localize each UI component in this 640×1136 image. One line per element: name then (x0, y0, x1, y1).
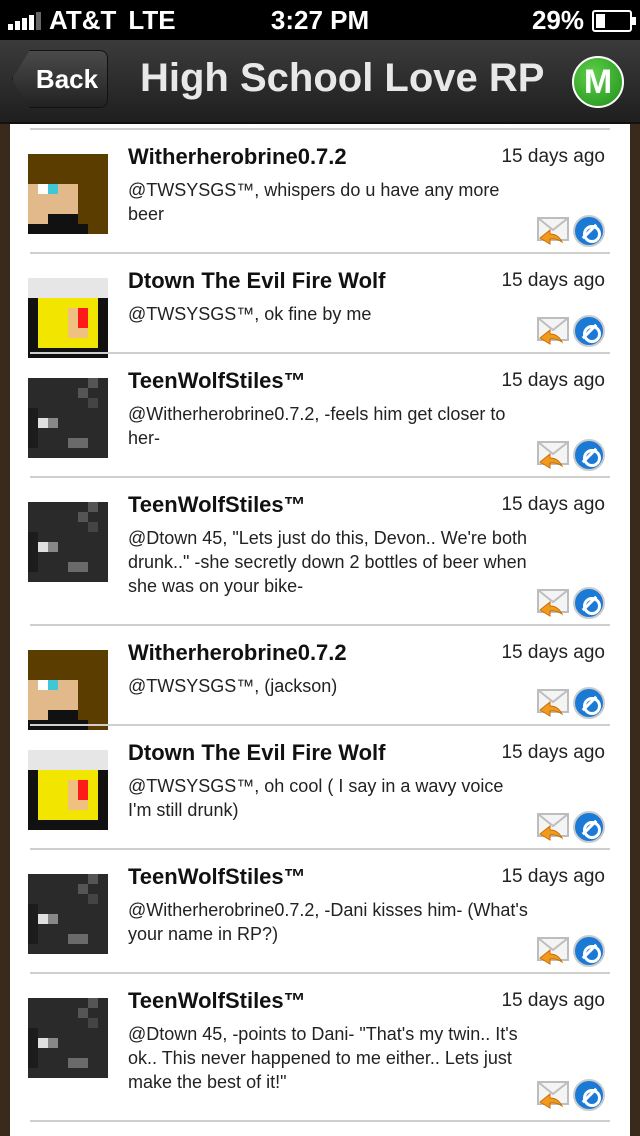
battery-icon (592, 9, 636, 32)
avatar[interactable] (28, 502, 108, 582)
post-timestamp: 15 days ago (501, 866, 605, 887)
avatar[interactable] (28, 750, 108, 830)
post-message: @TWSYSGS™, (jackson) (128, 676, 338, 696)
post-item[interactable]: Dtown The Evil Fire Wolf 15 days ago @TW… (10, 726, 630, 850)
post-item[interactable]: TeenWolfStiles™ 15 days ago @Witherherob… (10, 354, 630, 478)
post-message: @TWSYSGS™, oh cool ( I say in a wavy voi… (128, 776, 504, 820)
post-message: @TWSYSGS™, whispers do u have any more b… (128, 180, 500, 224)
post-timestamp: 15 days ago (501, 494, 605, 515)
post-timestamp: 15 days ago (501, 990, 605, 1011)
avatar[interactable] (28, 998, 108, 1078)
reply-icon[interactable] (536, 588, 570, 618)
app-logo-icon[interactable]: M (572, 56, 624, 108)
post-feed[interactable]: Witherherobrine0.7.2 15 days ago @TWSYSG… (10, 124, 630, 1136)
post-author[interactable]: TeenWolfStiles™ (128, 368, 306, 394)
block-icon[interactable] (573, 687, 605, 719)
post-message: @Witherherobrine0.7.2, -feels him get cl… (128, 404, 506, 448)
reply-icon[interactable] (536, 1080, 570, 1110)
post-timestamp: 15 days ago (501, 642, 605, 663)
post-author[interactable]: Dtown The Evil Fire Wolf (128, 740, 386, 766)
post-message: @Dtown 45, "Lets just do this, Devon.. W… (128, 528, 527, 596)
post-author[interactable]: Dtown The Evil Fire Wolf (128, 268, 386, 294)
post-item[interactable]: TeenWolfStiles™ 15 days ago @Dtown 45, -… (10, 974, 630, 1122)
post-author[interactable]: TeenWolfStiles™ (128, 492, 306, 518)
battery-info: 29% (531, 5, 636, 36)
back-button[interactable]: Back (12, 50, 108, 108)
post-author[interactable]: Witherherobrine0.7.2 (128, 640, 347, 666)
post-timestamp: 15 days ago (501, 146, 605, 167)
reply-icon[interactable] (536, 688, 570, 718)
reply-icon[interactable] (536, 812, 570, 842)
post-item[interactable]: TeenWolfStiles™ 15 days ago @Dtown 45, "… (10, 478, 630, 626)
post-author[interactable]: TeenWolfStiles™ (128, 988, 306, 1014)
post-message: @Witherherobrine0.7.2, -Dani kisses him-… (128, 900, 528, 944)
page-title: High School Love RP (140, 56, 545, 100)
divider (30, 1120, 610, 1122)
post-author[interactable]: TeenWolfStiles™ (128, 864, 306, 890)
block-icon[interactable] (573, 215, 605, 247)
post-author[interactable]: Witherherobrine0.7.2 (128, 144, 347, 170)
post-item[interactable]: Witherherobrine0.7.2 15 days ago @TWSYSG… (10, 130, 630, 254)
avatar[interactable] (28, 154, 108, 234)
post-message: @Dtown 45, -points to Dani- "That's my t… (128, 1024, 518, 1092)
avatar[interactable] (28, 278, 108, 358)
reply-icon[interactable] (536, 216, 570, 246)
post-item[interactable]: Dtown The Evil Fire Wolf 15 days ago @TW… (10, 254, 630, 358)
status-bar: AT&T LTE 3:27 PM 29% (0, 0, 640, 40)
reply-icon[interactable] (536, 316, 570, 346)
block-icon[interactable] (573, 935, 605, 967)
reply-icon[interactable] (536, 936, 570, 966)
post-timestamp: 15 days ago (501, 742, 605, 763)
battery-percent: 29% (531, 5, 584, 35)
post-timestamp: 15 days ago (501, 270, 605, 291)
avatar[interactable] (28, 378, 108, 458)
block-icon[interactable] (573, 811, 605, 843)
avatar[interactable] (28, 874, 108, 954)
post-item[interactable]: Witherherobrine0.7.2 15 days ago @TWSYSG… (10, 626, 630, 730)
post-item[interactable]: TeenWolfStiles™ 15 days ago @Witherherob… (10, 850, 630, 974)
post-message: @TWSYSGS™, ok fine by me (128, 304, 372, 324)
block-icon[interactable] (573, 315, 605, 347)
block-icon[interactable] (573, 439, 605, 471)
post-timestamp: 15 days ago (501, 370, 605, 391)
block-icon[interactable] (573, 1079, 605, 1111)
navigation-bar: Back High School Love RP M (0, 40, 640, 124)
avatar[interactable] (28, 650, 108, 730)
block-icon[interactable] (573, 587, 605, 619)
reply-icon[interactable] (536, 440, 570, 470)
